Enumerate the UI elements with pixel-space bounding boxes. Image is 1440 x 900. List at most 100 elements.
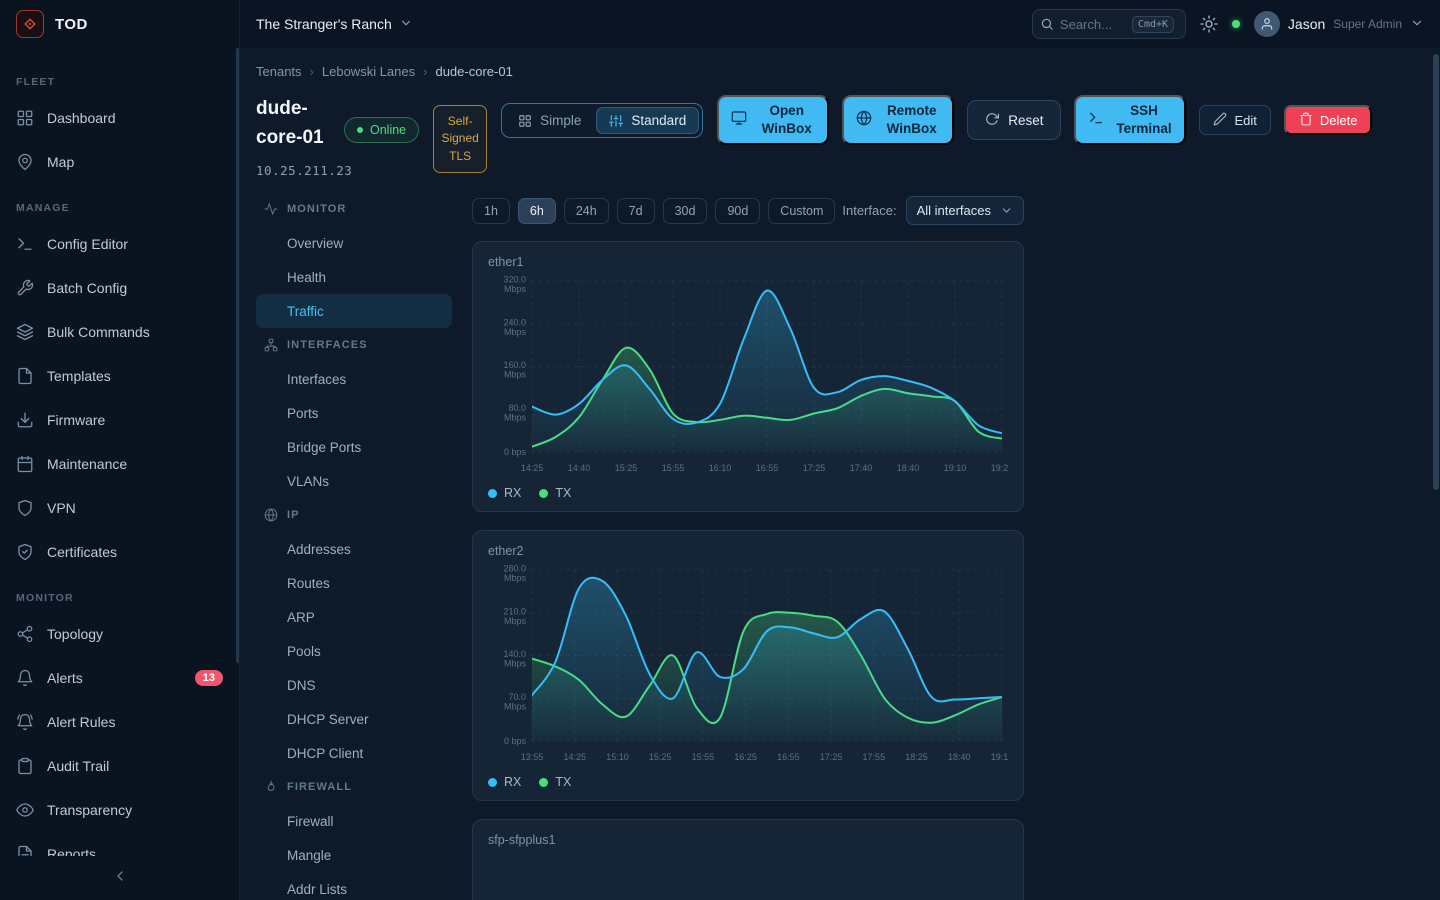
legend-item-rx[interactable]: RX — [488, 775, 521, 789]
subnav-item-dhcp-client[interactable]: DHCP Client — [256, 736, 452, 770]
breadcrumb-item-dude-core-01[interactable]: dude-core-01 — [435, 64, 512, 79]
search-input[interactable] — [1060, 17, 1126, 32]
legend-item-tx[interactable]: TX — [539, 775, 571, 789]
subnav-item-health[interactable]: Health — [256, 260, 452, 294]
subnav-item-pools[interactable]: Pools — [256, 634, 452, 668]
topology-icon — [16, 625, 34, 643]
breadcrumb-item-lebowski-lanes[interactable]: Lebowski Lanes — [322, 64, 415, 79]
sidebar-item-dashboard[interactable]: Dashboard — [0, 96, 239, 140]
subnav-item-overview[interactable]: Overview — [256, 226, 452, 260]
sidebar-item-reports[interactable]: Reports — [0, 832, 239, 856]
sidebar-item-batch-config[interactable]: Batch Config — [0, 266, 239, 310]
breadcrumb-separator: › — [423, 64, 427, 79]
traffic-pane: 1h 6h 24h 7d 30d 90d Custom Interface: All int… — [472, 192, 1024, 900]
sidebar-item-transparency[interactable]: Transparency — [0, 788, 239, 832]
button-label: Edit — [1234, 113, 1256, 128]
rx-legend-dot — [488, 489, 497, 498]
user-menu[interactable]: Jason Super Admin — [1254, 11, 1424, 37]
sidebar-item-firmware[interactable]: Firmware — [0, 398, 239, 442]
view-mode-simple[interactable]: Simple — [505, 107, 594, 134]
clipboard-icon — [16, 757, 34, 775]
svg-text:140.0: 140.0 — [503, 649, 526, 659]
time-range-7d[interactable]: 7d — [617, 198, 655, 224]
bell-ring-icon — [16, 713, 34, 731]
theme-sun-icon[interactable] — [1200, 15, 1218, 33]
sidebar-item-templates[interactable]: Templates — [0, 354, 239, 398]
reset-button[interactable]: Reset — [967, 100, 1061, 140]
subnav-item-arp[interactable]: ARP — [256, 600, 452, 634]
sidebar-item-alerts[interactable]: Alerts13 — [0, 656, 239, 700]
legend-item-tx[interactable]: TX — [539, 486, 571, 500]
map-pin-icon — [16, 153, 34, 171]
svg-text:17:25: 17:25 — [820, 752, 843, 762]
sidebar-collapse-button[interactable] — [0, 856, 239, 896]
svg-text:15:10: 15:10 — [606, 752, 629, 762]
breadcrumb-item-tenants[interactable]: Tenants — [256, 64, 302, 79]
sidebar-item-label: Batch Config — [47, 280, 127, 296]
sidebar-item-config-editor[interactable]: Config Editor — [0, 222, 239, 266]
sidebar-item-audit-trail[interactable]: Audit Trail — [0, 744, 239, 788]
app-logo[interactable]: TOD — [0, 0, 239, 48]
open-winbox-button[interactable]: Open WinBox — [717, 95, 829, 145]
time-range-90d[interactable]: 90d — [715, 198, 760, 224]
sidebar-item-bulk-commands[interactable]: Bulk Commands — [0, 310, 239, 354]
time-range-24h[interactable]: 24h — [564, 198, 609, 224]
view-mode-standard[interactable]: Standard — [596, 107, 699, 134]
time-range-30d[interactable]: 30d — [663, 198, 708, 224]
sidebar-item-certificates[interactable]: Certificates — [0, 530, 239, 574]
button-label: Remote WinBox — [881, 102, 942, 137]
sidebar-item-maintenance[interactable]: Maintenance — [0, 442, 239, 486]
subnav-item-ports[interactable]: Ports — [256, 396, 452, 430]
chart-title: ether2 — [488, 544, 1008, 558]
interface-select[interactable]: All interfaces — [906, 196, 1024, 225]
online-dot-icon — [357, 127, 363, 133]
remote-winbox-button[interactable]: Remote WinBox — [842, 95, 954, 145]
user-name: Jason — [1288, 16, 1325, 32]
tenant-selector[interactable]: The Stranger's Ranch — [256, 16, 413, 33]
flame-icon — [264, 780, 278, 794]
svg-text:17:25: 17:25 — [803, 463, 826, 473]
sidebar-item-vpn[interactable]: VPN — [0, 486, 239, 530]
time-range-custom[interactable]: Custom — [768, 198, 835, 224]
sidebar: TOD FLEETDashboardMapMANAGEConfig Editor… — [0, 0, 240, 900]
traffic-card-sfp-sfpplus1: sfp-sfpplus1 — [472, 819, 1024, 900]
sidebar-item-label: Maintenance — [47, 456, 127, 472]
traffic-chart-ether2: 280.0Mbps210.0Mbps140.0Mbps70.0Mbps0 bps… — [488, 562, 1008, 767]
page-scrollbar[interactable] — [1433, 54, 1439, 490]
content-body: MONITOROverviewHealthTrafficINTERFACESIn… — [256, 192, 1416, 900]
time-range-6h[interactable]: 6h — [518, 198, 556, 224]
topbar-right: Cmd+K Jason Super Admin — [1032, 9, 1424, 39]
chevron-down-icon — [1410, 16, 1424, 33]
subnav-item-mangle[interactable]: Mangle — [256, 838, 452, 872]
subnav-item-addresses[interactable]: Addresses — [256, 532, 452, 566]
interface-filter-label: Interface: — [842, 203, 896, 218]
subnav-item-vlans[interactable]: VLANs — [256, 464, 452, 498]
sidebar-item-label: Transparency — [47, 802, 132, 818]
sidebar-item-map[interactable]: Map — [0, 140, 239, 184]
subnav-item-dns[interactable]: DNS — [256, 668, 452, 702]
subnav-section-ip: IP — [256, 498, 452, 532]
sidebar-scrollbar[interactable] — [236, 48, 239, 663]
sidebar-item-alert-rules[interactable]: Alert Rules — [0, 700, 239, 744]
ssh-terminal-button[interactable]: SSH Terminal — [1074, 95, 1186, 145]
svg-text:0 bps: 0 bps — [504, 736, 527, 746]
subnav-item-dhcp-server[interactable]: DHCP Server — [256, 702, 452, 736]
legend-item-rx[interactable]: RX — [488, 486, 521, 500]
delete-button[interactable]: Delete — [1284, 105, 1373, 135]
time-range-1h[interactable]: 1h — [472, 198, 510, 224]
subnav-item-interfaces[interactable]: Interfaces — [256, 362, 452, 396]
sidebar-item-label: Firmware — [47, 412, 105, 428]
svg-text:210.0: 210.0 — [503, 606, 526, 616]
view-mode-label: Standard — [631, 113, 686, 128]
subnav-item-bridge-ports[interactable]: Bridge Ports — [256, 430, 452, 464]
edit-button[interactable]: Edit — [1199, 105, 1270, 135]
time-range-selector: 1h 6h 24h 7d 30d 90d Custom — [472, 198, 835, 224]
subnav-item-firewall[interactable]: Firewall — [256, 804, 452, 838]
svg-text:14:40: 14:40 — [568, 463, 591, 473]
search-box[interactable]: Cmd+K — [1032, 9, 1186, 39]
device-subnav: MONITOROverviewHealthTrafficINTERFACESIn… — [256, 192, 472, 900]
subnav-item-routes[interactable]: Routes — [256, 566, 452, 600]
sidebar-item-topology[interactable]: Topology — [0, 612, 239, 656]
subnav-item-addr-lists[interactable]: Addr Lists — [256, 872, 452, 900]
subnav-item-traffic[interactable]: Traffic — [256, 294, 452, 328]
